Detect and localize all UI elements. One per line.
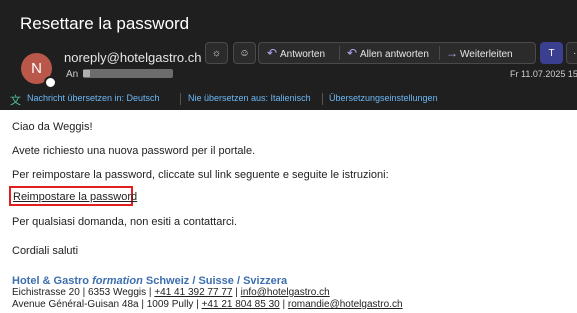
divider: [339, 46, 340, 60]
forward-button[interactable]: → Weiterleiten: [444, 43, 513, 63]
body-line-3: Per qualsiasi domanda, non esiti a conta…: [12, 216, 238, 228]
body-line-2: Per reimpostare la password, cliccate su…: [12, 169, 389, 181]
reply-icon: ↶: [266, 46, 278, 60]
body-line-1: Avete richiesto una nuova password per i…: [12, 145, 256, 157]
translate-icon: 文: [10, 95, 21, 107]
divider: [439, 46, 440, 60]
phone-link-weggis[interactable]: +41 41 392 77 77: [154, 287, 232, 298]
sender-address[interactable]: noreply@hotelgastro.ch: [64, 50, 202, 65]
reply-all-icon: ↶: [346, 46, 358, 60]
translate-link[interactable]: Nachricht übersetzen in: Deutsch: [27, 93, 160, 103]
reply-actions: ↶ Antworten ↶ Allen antworten → Weiterleite…: [258, 42, 536, 64]
brightness-icon[interactable]: ☼: [205, 42, 228, 64]
email-header: Resettare la password N noreply@hotelgas…: [0, 0, 577, 110]
presence-icon: [44, 76, 57, 89]
to-label: An: [66, 69, 79, 80]
phone-link-pully[interactable]: +41 21 804 85 30: [202, 299, 280, 310]
more-button[interactable]: ···: [566, 42, 577, 64]
teams-icon[interactable]: T: [540, 42, 563, 64]
greeting-text: Ciao da Weggis!: [12, 121, 93, 133]
email-subject: Resettare la password: [20, 14, 190, 33]
reset-password-link[interactable]: Reimpostare la password: [13, 191, 137, 203]
reply-all-button[interactable]: ↶ Allen antworten: [344, 43, 429, 63]
closing-text: Cordiali saluti: [12, 245, 79, 257]
divider: [322, 93, 323, 105]
signature-title: Hotel & Gastro formation Schweiz / Suiss…: [12, 275, 288, 287]
signature-address-weggis: Eichistrasse 20 | 6353 Weggis | +41 41 3…: [12, 287, 330, 298]
forward-icon: →: [446, 46, 458, 60]
never-translate-link[interactable]: Nie übersetzen aus: Italienisch: [188, 93, 311, 103]
email-date: Fr 11.07.2025 15:5: [510, 69, 577, 79]
emoji-icon[interactable]: ☺: [233, 42, 256, 64]
translation-settings-link[interactable]: Übersetzungseinstellungen: [329, 93, 438, 103]
divider: [180, 93, 181, 105]
email-link-romandie[interactable]: romandie@hotelgastro.ch: [288, 299, 403, 310]
reply-button[interactable]: ↶ Antworten: [264, 43, 325, 63]
signature-address-pully: Avenue Général-Guisan 48a | 1009 Pully |…: [12, 299, 403, 310]
recipient-redacted: [83, 69, 173, 78]
email-link-info[interactable]: info@hotelgastro.ch: [241, 287, 330, 298]
